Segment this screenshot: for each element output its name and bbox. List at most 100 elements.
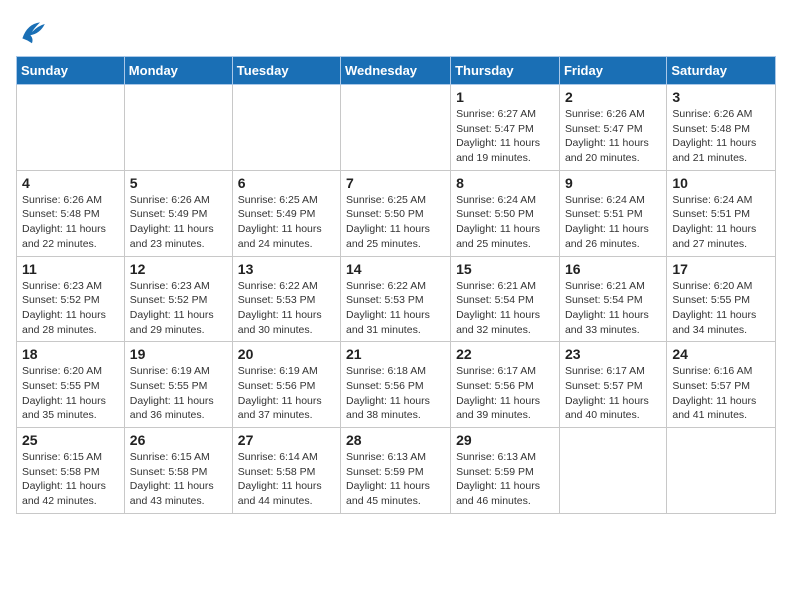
day-number: 1 [456,89,554,105]
calendar-cell [559,428,666,514]
calendar-cell: 18 Sunrise: 6:20 AM Sunset: 5:55 PM Dayli… [17,342,125,428]
day-info: Sunrise: 6:17 AM Sunset: 5:57 PM Dayligh… [565,364,661,423]
day-header: Tuesday [232,57,340,85]
calendar-week-row: 11 Sunrise: 6:23 AM Sunset: 5:52 PM Dayli… [17,256,776,342]
calendar-cell: 9 Sunrise: 6:24 AM Sunset: 5:51 PM Daylig… [559,170,666,256]
calendar-cell [667,428,776,514]
calendar-cell: 27 Sunrise: 6:14 AM Sunset: 5:58 PM Dayli… [232,428,340,514]
logo-bird-icon [16,16,48,48]
calendar-cell: 12 Sunrise: 6:23 AM Sunset: 5:52 PM Dayli… [124,256,232,342]
day-info: Sunrise: 6:19 AM Sunset: 5:56 PM Dayligh… [238,364,335,423]
calendar-cell: 24 Sunrise: 6:16 AM Sunset: 5:57 PM Dayli… [667,342,776,428]
day-info: Sunrise: 6:26 AM Sunset: 5:48 PM Dayligh… [22,193,119,252]
day-number: 18 [22,346,119,362]
calendar-cell: 19 Sunrise: 6:19 AM Sunset: 5:55 PM Dayli… [124,342,232,428]
day-info: Sunrise: 6:21 AM Sunset: 5:54 PM Dayligh… [456,279,554,338]
day-info: Sunrise: 6:13 AM Sunset: 5:59 PM Dayligh… [456,450,554,509]
day-info: Sunrise: 6:27 AM Sunset: 5:47 PM Dayligh… [456,107,554,166]
day-info: Sunrise: 6:13 AM Sunset: 5:59 PM Dayligh… [346,450,445,509]
day-number: 26 [130,432,227,448]
day-number: 17 [672,261,770,277]
day-header: Friday [559,57,666,85]
day-info: Sunrise: 6:23 AM Sunset: 5:52 PM Dayligh… [130,279,227,338]
day-info: Sunrise: 6:16 AM Sunset: 5:57 PM Dayligh… [672,364,770,423]
calendar-cell: 21Sunrise: 6:18 AM Sunset: 5:56 PM Dayli… [341,342,451,428]
day-number: 14 [346,261,445,277]
day-number: 7 [346,175,445,191]
day-number: 12 [130,261,227,277]
day-info: Sunrise: 6:24 AM Sunset: 5:50 PM Dayligh… [456,193,554,252]
calendar-cell: 7 Sunrise: 6:25 AM Sunset: 5:50 PM Daylig… [341,170,451,256]
calendar-cell: 1 Sunrise: 6:27 AM Sunset: 5:47 PM Daylig… [451,85,560,171]
calendar-cell: 25 Sunrise: 6:15 AM Sunset: 5:58 PM Dayli… [17,428,125,514]
day-number: 11 [22,261,119,277]
day-header: Saturday [667,57,776,85]
day-number: 8 [456,175,554,191]
calendar-cell: 20 Sunrise: 6:19 AM Sunset: 5:56 PM Dayli… [232,342,340,428]
day-header: Monday [124,57,232,85]
day-info: Sunrise: 6:25 AM Sunset: 5:49 PM Dayligh… [238,193,335,252]
calendar-cell: 8 Sunrise: 6:24 AM Sunset: 5:50 PM Daylig… [451,170,560,256]
day-number: 9 [565,175,661,191]
calendar-cell: 4Sunrise: 6:26 AM Sunset: 5:48 PM Daylig… [17,170,125,256]
calendar-cell: 5 Sunrise: 6:26 AM Sunset: 5:49 PM Daylig… [124,170,232,256]
day-info: Sunrise: 6:15 AM Sunset: 5:58 PM Dayligh… [130,450,227,509]
calendar-cell: 3 Sunrise: 6:26 AM Sunset: 5:48 PM Daylig… [667,85,776,171]
calendar-week-row: 18 Sunrise: 6:20 AM Sunset: 5:55 PM Dayli… [17,342,776,428]
calendar-cell: 22 Sunrise: 6:17 AM Sunset: 5:56 PM Dayli… [451,342,560,428]
day-header: Thursday [451,57,560,85]
day-header: Wednesday [341,57,451,85]
calendar-cell: 10Sunrise: 6:24 AM Sunset: 5:51 PM Dayli… [667,170,776,256]
day-info: Sunrise: 6:26 AM Sunset: 5:49 PM Dayligh… [130,193,227,252]
day-info: Sunrise: 6:20 AM Sunset: 5:55 PM Dayligh… [672,279,770,338]
calendar-cell: 28 Sunrise: 6:13 AM Sunset: 5:59 PM Dayli… [341,428,451,514]
day-number: 22 [456,346,554,362]
day-info: Sunrise: 6:25 AM Sunset: 5:50 PM Dayligh… [346,193,445,252]
calendar-body: 1 Sunrise: 6:27 AM Sunset: 5:47 PM Daylig… [17,85,776,514]
calendar-cell: 17 Sunrise: 6:20 AM Sunset: 5:55 PM Dayli… [667,256,776,342]
calendar-cell: 13Sunrise: 6:22 AM Sunset: 5:53 PM Dayli… [232,256,340,342]
day-number: 10 [672,175,770,191]
day-number: 2 [565,89,661,105]
day-number: 28 [346,432,445,448]
day-number: 29 [456,432,554,448]
logo [16,16,52,48]
calendar-cell: 23 Sunrise: 6:17 AM Sunset: 5:57 PM Dayli… [559,342,666,428]
day-number: 23 [565,346,661,362]
calendar-cell: 6Sunrise: 6:25 AM Sunset: 5:49 PM Daylig… [232,170,340,256]
day-info: Sunrise: 6:21 AM Sunset: 5:54 PM Dayligh… [565,279,661,338]
day-info: Sunrise: 6:22 AM Sunset: 5:53 PM Dayligh… [346,279,445,338]
calendar-cell: 2Sunrise: 6:26 AM Sunset: 5:47 PM Daylig… [559,85,666,171]
day-header: Sunday [17,57,125,85]
day-number: 19 [130,346,227,362]
day-number: 3 [672,89,770,105]
day-number: 15 [456,261,554,277]
calendar-cell [17,85,125,171]
day-info: Sunrise: 6:20 AM Sunset: 5:55 PM Dayligh… [22,364,119,423]
calendar-cell [341,85,451,171]
day-number: 21 [346,346,445,362]
day-info: Sunrise: 6:19 AM Sunset: 5:55 PM Dayligh… [130,364,227,423]
day-number: 16 [565,261,661,277]
calendar-week-row: 1 Sunrise: 6:27 AM Sunset: 5:47 PM Daylig… [17,85,776,171]
day-number: 24 [672,346,770,362]
day-number: 5 [130,175,227,191]
day-number: 27 [238,432,335,448]
day-info: Sunrise: 6:23 AM Sunset: 5:52 PM Dayligh… [22,279,119,338]
calendar-cell: 15 Sunrise: 6:21 AM Sunset: 5:54 PM Dayli… [451,256,560,342]
calendar-cell: 11 Sunrise: 6:23 AM Sunset: 5:52 PM Dayli… [17,256,125,342]
day-number: 13 [238,261,335,277]
day-info: Sunrise: 6:17 AM Sunset: 5:56 PM Dayligh… [456,364,554,423]
calendar-cell: 14 Sunrise: 6:22 AM Sunset: 5:53 PM Dayli… [341,256,451,342]
day-info: Sunrise: 6:15 AM Sunset: 5:58 PM Dayligh… [22,450,119,509]
day-info: Sunrise: 6:26 AM Sunset: 5:48 PM Dayligh… [672,107,770,166]
day-info: Sunrise: 6:14 AM Sunset: 5:58 PM Dayligh… [238,450,335,509]
calendar-cell: 16 Sunrise: 6:21 AM Sunset: 5:54 PM Dayli… [559,256,666,342]
calendar-week-row: 25 Sunrise: 6:15 AM Sunset: 5:58 PM Dayli… [17,428,776,514]
day-info: Sunrise: 6:24 AM Sunset: 5:51 PM Dayligh… [565,193,661,252]
calendar-header-row: SundayMondayTuesdayWednesdayThursdayFrid… [17,57,776,85]
calendar-cell [232,85,340,171]
calendar-cell: 26 Sunrise: 6:15 AM Sunset: 5:58 PM Dayli… [124,428,232,514]
day-number: 20 [238,346,335,362]
day-number: 25 [22,432,119,448]
